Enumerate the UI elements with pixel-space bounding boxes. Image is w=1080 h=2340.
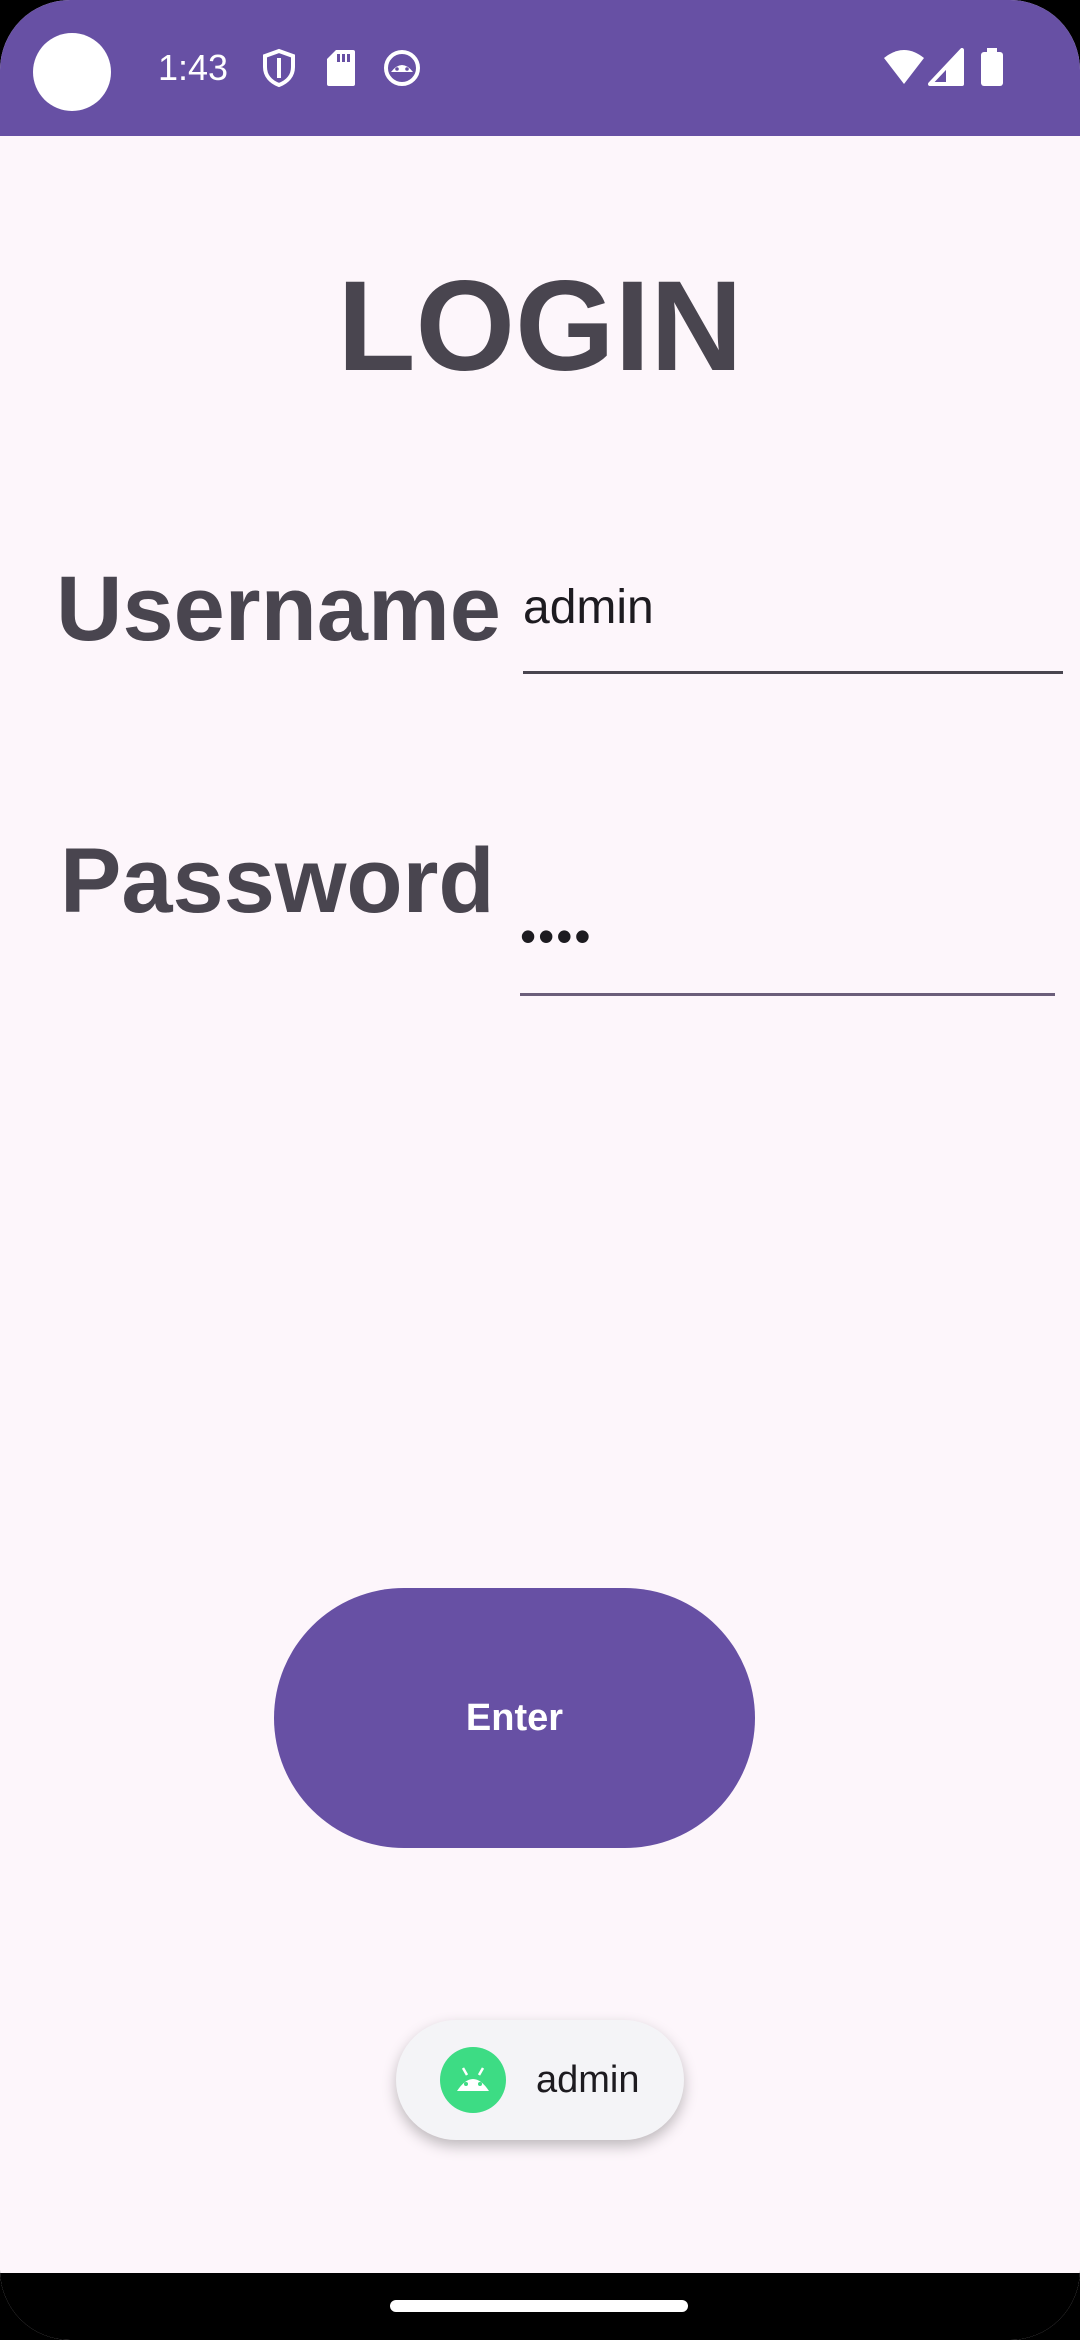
status-time: 1:43 xyxy=(158,47,229,88)
sd-card-icon xyxy=(326,48,356,88)
shield-icon xyxy=(262,48,296,88)
camera-cutout xyxy=(33,33,111,111)
home-gesture-handle[interactable] xyxy=(390,2300,688,2312)
username-underline xyxy=(523,671,1063,674)
enter-button[interactable]: Enter xyxy=(274,1588,755,1848)
toast-message: admin xyxy=(396,2020,684,2140)
wifi-icon xyxy=(882,48,926,86)
signal-icon xyxy=(928,48,964,86)
android-app-icon xyxy=(440,2047,506,2113)
password-label: Password xyxy=(60,830,495,932)
status-bar: 1:43 xyxy=(0,0,1080,136)
username-field[interactable]: admin xyxy=(523,578,1063,674)
password-value: •••• xyxy=(520,910,593,962)
battery-icon xyxy=(980,48,1004,86)
password-field[interactable]: •••• xyxy=(520,906,1055,996)
android-head-icon xyxy=(382,48,422,88)
username-value: admin xyxy=(523,581,654,634)
page-title: LOGIN xyxy=(337,255,743,398)
username-label: Username xyxy=(56,558,501,660)
toast-text: admin xyxy=(536,2058,640,2101)
app-screen: 1:43 LOGIN Username admin Password •••• … xyxy=(0,0,1080,2340)
password-underline xyxy=(520,993,1055,996)
